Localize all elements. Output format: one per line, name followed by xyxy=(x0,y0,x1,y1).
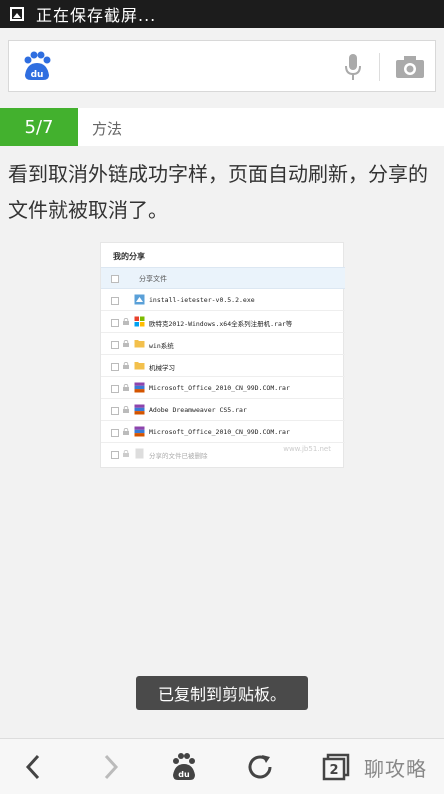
file-row: Microsoft_Office_2010_CN_99D.COM.rar xyxy=(101,421,345,443)
microphone-icon[interactable] xyxy=(343,53,363,81)
file-row: install-ietester-v0.5.2.exe xyxy=(101,289,345,311)
checkbox xyxy=(111,341,119,349)
checkbox xyxy=(111,407,119,415)
file-name: win系统 xyxy=(149,342,174,350)
back-icon[interactable] xyxy=(18,751,50,783)
file-row: 机械学习 xyxy=(101,355,345,377)
share-panel-header: 分享文件 xyxy=(101,267,345,289)
watermark: www.jb51.net xyxy=(283,445,331,453)
file-name: Microsoft_Office_2010_CN_99D.COM.rar xyxy=(149,384,290,392)
step-number: 5/7 xyxy=(0,108,78,146)
checkbox xyxy=(111,319,119,327)
file-name: 机械学习 xyxy=(149,364,175,372)
tabs-count: 2 xyxy=(329,763,338,778)
baidu-logo-icon[interactable]: du xyxy=(19,49,55,85)
toast-message: 已复制到剪贴板。 xyxy=(136,676,308,710)
archive-file-icon xyxy=(134,426,145,437)
deleted-file-icon xyxy=(135,448,144,459)
lock-icon xyxy=(123,450,129,457)
checkbox xyxy=(111,451,119,459)
file-name: 分享的文件已被删除 xyxy=(149,452,208,460)
checkbox xyxy=(111,297,119,305)
checkbox xyxy=(111,385,119,393)
file-name: 欧特克2012-Windows.x64全系列注册机.rar等 xyxy=(149,320,293,328)
archive-file-icon xyxy=(134,382,145,393)
header-label: 分享文件 xyxy=(139,275,167,283)
lock-icon xyxy=(123,318,129,325)
file-row: win系统 xyxy=(101,333,345,355)
baidu-logo-text: du xyxy=(31,70,44,80)
share-panel-title: 我的分享 xyxy=(113,252,145,261)
lock-icon xyxy=(123,428,129,435)
step-bar: 5/7 方法 xyxy=(0,108,444,146)
file-row: 欧特克2012-Windows.x64全系列注册机.rar等 xyxy=(101,311,345,333)
screenshot-icon xyxy=(10,7,24,21)
checkbox xyxy=(111,363,119,371)
forward-icon[interactable] xyxy=(94,751,126,783)
folder-icon xyxy=(134,362,145,370)
status-text: 正在保存截屏... xyxy=(36,6,157,25)
file-row: Adobe Dreamweaver CS5.rar xyxy=(101,399,345,421)
status-bar: 正在保存截屏... xyxy=(0,0,444,28)
file-name: Microsoft_Office_2010_CN_99D.COM.rar xyxy=(149,428,290,436)
share-panel-image[interactable]: 我的分享 分享文件 install-ietester-v0.5.2.exe 欧特… xyxy=(100,242,345,468)
lock-icon xyxy=(123,340,129,347)
file-name: Adobe Dreamweaver CS5.rar xyxy=(149,406,247,414)
bottom-nav: du 2 聊攻略 xyxy=(0,738,444,794)
divider xyxy=(379,53,380,81)
lock-icon xyxy=(123,362,129,369)
select-all-checkbox xyxy=(111,275,119,283)
brand-watermark: 聊攻略 xyxy=(364,757,427,781)
windows-file-icon xyxy=(134,316,145,327)
baidu-paw-icon[interactable]: du xyxy=(168,751,200,783)
search-header: du xyxy=(0,28,444,108)
exe-file-icon xyxy=(134,294,145,305)
step-description: 看到取消外链成功字样，页面自动刷新，分享的文件就被取消了。 xyxy=(8,162,428,222)
lock-icon xyxy=(123,406,129,413)
home-logo-text: du xyxy=(178,770,190,779)
camera-icon[interactable] xyxy=(395,55,425,79)
file-row: Microsoft_Office_2010_CN_99D.COM.rar xyxy=(101,377,345,399)
checkbox xyxy=(111,429,119,437)
lock-icon xyxy=(123,384,129,391)
folder-icon xyxy=(134,340,145,348)
search-input[interactable]: du xyxy=(8,40,436,92)
tabs-icon[interactable]: 2 xyxy=(318,751,350,783)
step-label: 方法 xyxy=(92,120,123,138)
refresh-icon[interactable] xyxy=(244,751,276,783)
archive-file-icon xyxy=(134,404,145,415)
file-name: install-ietester-v0.5.2.exe xyxy=(149,296,255,304)
